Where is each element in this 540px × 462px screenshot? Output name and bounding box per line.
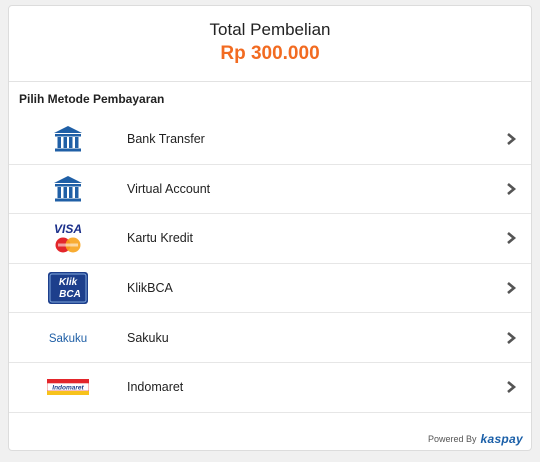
powered-by-text: Powered By: [427, 434, 477, 444]
method-label: KlikBCA: [127, 281, 173, 296]
total-amount: Rp 300.000: [220, 43, 320, 64]
powered-by-footer: Powered By kaspay: [428, 432, 523, 446]
method-bank-transfer[interactable]: Bank Transfer: [9, 115, 531, 165]
klikbca-logo: Klik BCA: [9, 264, 127, 313]
method-klikbca[interactable]: Klik BCA KlikBCA: [9, 264, 531, 314]
total-title: Total Pembelian: [209, 20, 331, 39]
bank-icon: [9, 164, 127, 213]
method-indomaret[interactable]: Indomaret Indomaret: [9, 363, 531, 413]
method-label: Kartu Kredit: [127, 231, 194, 246]
method-virtual-account[interactable]: Virtual Account: [9, 165, 531, 215]
bca-text: BCA: [59, 289, 81, 300]
chevron-right-icon: [507, 133, 517, 146]
method-sakuku[interactable]: Sakuku Sakuku: [9, 313, 531, 363]
chevron-right-icon: [507, 331, 517, 344]
method-label: Virtual Account: [127, 181, 211, 196]
klik-text: Klik: [59, 277, 78, 288]
method-kartu-kredit[interactable]: VISA Kartu Kredit: [9, 214, 531, 264]
visa-mastercard-logo: VISA: [9, 214, 127, 263]
payment-card: Total Pembelian Rp 300.000 Pilih Metode …: [8, 5, 532, 451]
chevron-right-icon: [507, 232, 517, 245]
sakuku-logo: Sakuku: [9, 313, 127, 362]
chevron-right-icon: [507, 381, 517, 394]
chevron-right-icon: [507, 182, 517, 195]
method-label: Sakuku: [127, 330, 169, 345]
total-header: Total Pembelian Rp 300.000: [9, 6, 531, 82]
bank-icon: [9, 115, 127, 164]
indomaret-text: Indomaret: [52, 385, 84, 392]
chevron-right-icon: [507, 282, 517, 295]
payment-method-list: Bank Transfer Virtual Account VISA Kartu…: [9, 115, 531, 413]
kaspay-logo: kaspay: [480, 432, 523, 446]
method-label: Indomaret: [127, 380, 184, 395]
method-label: Bank Transfer: [127, 132, 205, 147]
visa-text: VISA: [54, 222, 82, 236]
indomaret-logo: Indomaret: [9, 363, 127, 412]
sakuku-text: Sakuku: [49, 333, 87, 345]
section-title: Pilih Metode Pembayaran: [19, 92, 165, 106]
